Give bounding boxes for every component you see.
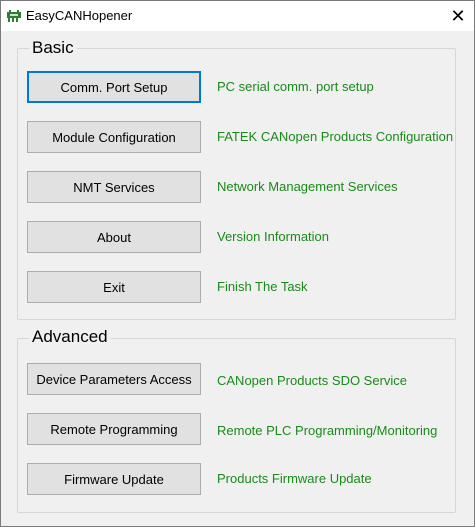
device-parameters-access-description: CANopen Products SDO Service bbox=[217, 373, 408, 388]
nmt-services-description: Network Management Services bbox=[217, 179, 398, 194]
comm-port-setup-button[interactable]: Comm. Port Setup bbox=[27, 71, 201, 103]
module-configuration-description: FATEK CANopen Products Configuration bbox=[217, 129, 454, 144]
advanced-group-title: Advanced bbox=[29, 327, 111, 347]
remote-programming-description: Remote PLC Programming/Monitoring bbox=[217, 423, 438, 438]
main-window: EasyCANHopener ✕ Basic Comm. Port Setup … bbox=[0, 0, 475, 527]
device-parameters-access-button[interactable]: Device Parameters Access bbox=[27, 363, 201, 395]
app-icon bbox=[7, 10, 21, 22]
close-icon: ✕ bbox=[450, 5, 466, 26]
title-bar: EasyCANHopener ✕ bbox=[1, 1, 474, 31]
close-button[interactable]: ✕ bbox=[442, 1, 474, 31]
module-configuration-button[interactable]: Module Configuration bbox=[27, 121, 201, 153]
nmt-services-button[interactable]: NMT Services bbox=[27, 171, 201, 203]
about-button[interactable]: About bbox=[27, 221, 201, 253]
firmware-update-button[interactable]: Firmware Update bbox=[27, 463, 201, 495]
about-description: Version Information bbox=[217, 229, 330, 244]
exit-button[interactable]: Exit bbox=[27, 271, 201, 303]
window-title: EasyCANHopener bbox=[26, 8, 133, 23]
comm-port-setup-description: PC serial comm. port setup bbox=[217, 79, 374, 94]
exit-description: Finish The Task bbox=[217, 279, 308, 294]
firmware-update-description: Products Firmware Update bbox=[217, 471, 372, 486]
basic-group-title: Basic bbox=[29, 38, 77, 58]
remote-programming-button[interactable]: Remote Programming bbox=[27, 413, 201, 445]
